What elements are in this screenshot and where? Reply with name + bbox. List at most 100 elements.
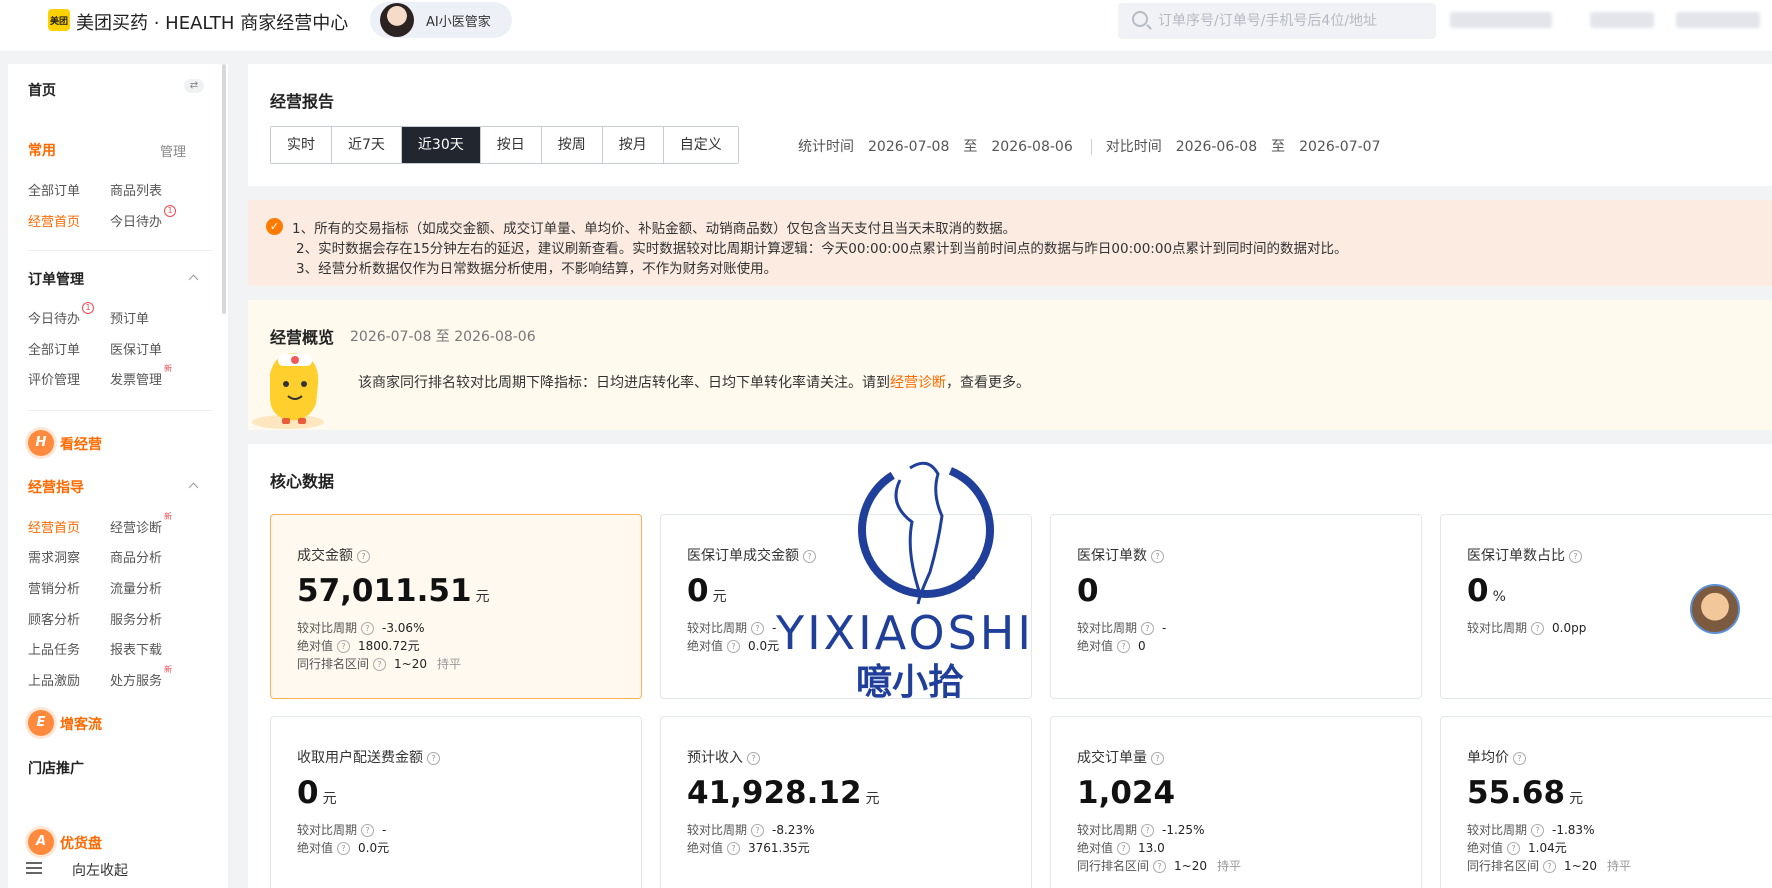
help-icon[interactable]: ? [361,622,375,635]
ai-assistant-button[interactable]: AI小医管家 [370,2,512,38]
report-title: 经营报告 [270,92,335,111]
sidebar-item-preorders[interactable]: 预订单 [110,308,149,327]
compare-value: -1.83% [1552,823,1595,837]
chevron-up-icon[interactable] [188,482,199,493]
period-7-days[interactable]: 近7天 [332,127,402,163]
blurred-account[interactable] [1590,12,1654,28]
metric-label: 收取用户配送费金额 [297,750,423,766]
metric-card-order-count[interactable]: 成交订单量? 1,024 较对比周期? -1.25% 绝对值? 13.0 同行排名区… [1050,716,1422,888]
help-icon[interactable]: ? [1543,860,1557,873]
sidebar-item-marketing-analysis[interactable]: 营销分析 [28,578,80,597]
chevron-up-icon[interactable] [188,274,199,285]
switch-icon[interactable]: ⇄ [184,79,204,93]
sidebar-item-customer-analysis[interactable]: 顾客分析 [28,609,80,628]
sidebar-item-prescription[interactable]: 处方服务 [110,670,162,689]
sidebar-item-demand-insight[interactable]: 需求洞察 [28,547,80,566]
period-by-month[interactable]: 按月 [602,127,664,163]
metric-card-avg-price[interactable]: 单均价? 55.68 元 较对比周期? -1.83% 绝对值? 1.04元 同行排名区… [1440,716,1772,888]
to-text: 至 [963,139,978,155]
period-by-day[interactable]: 按日 [480,127,542,163]
blurred-user-menu[interactable] [1676,12,1760,28]
metric-card-gmv[interactable]: 成交金额? 57,011.51 元 较对比周期? -3.06% 绝对值? 1800.7… [270,514,642,699]
metric-value: 55.68 [1467,775,1566,811]
help-icon[interactable]: ? [373,658,387,671]
divider [28,410,212,411]
sidebar-item-insurance-orders[interactable]: 医保订单 [110,339,162,358]
help-icon[interactable]: ? [1531,622,1545,635]
sidebar-item-invoices[interactable]: 发票管理 [110,369,162,388]
metric-label: 单均价 [1467,750,1509,766]
sidebar-item-reviews[interactable]: 评价管理 [28,369,80,388]
menu-collapse-icon[interactable] [26,862,42,874]
sidebar-item-traffic-analysis[interactable]: 流量分析 [110,578,162,597]
rank-trend: 持平 [436,657,461,671]
help-icon[interactable]: ? [1507,842,1521,855]
diagnosis-link[interactable]: 经营诊断 [890,375,946,391]
help-icon[interactable]: ? [1153,860,1167,873]
sidebar-item-product-analysis[interactable]: 商品分析 [110,547,162,566]
sidebar-scrollbar[interactable] [222,64,226,314]
sidebar-item-business-home[interactable]: 经营首页 [28,211,80,230]
sidebar-item-listing-incentive[interactable]: 上品激励 [28,670,80,689]
manage-link[interactable]: 管理 [160,141,186,160]
help-icon[interactable]: ? [751,824,765,837]
period-by-week[interactable]: 按周 [541,127,603,163]
metric-unit: 元 [865,791,880,807]
metric-card-delivery-fee[interactable]: 收取用户配送费金额? 0元 较对比周期? - 绝对值? 0.0元 [270,716,642,888]
assistant-avatar-icon [380,3,414,37]
collapse-sidebar-button[interactable]: 向左收起 [72,860,128,880]
metric-card-expected-income[interactable]: 预计收入? 41,928.12 元 较对比周期? -8.23% 绝对值? 3761.3… [660,716,1032,888]
help-icon[interactable]: ? [361,824,375,837]
sidebar-item-store-promo[interactable]: 门店推广 [28,758,84,778]
sidebar-item-all-orders[interactable]: 全部订单 [28,180,80,199]
search-input[interactable] [1158,3,1428,39]
sidebar-item-todo[interactable]: 今日待办 [110,211,162,230]
separator [1090,139,1092,155]
help-icon[interactable]: ? [1513,751,1526,765]
help-icon[interactable]: ? [1117,842,1131,855]
sidebar-item-all-orders-2[interactable]: 全部订单 [28,339,80,358]
help-icon[interactable]: ? [337,842,351,855]
notice-line: 1、所有的交易指标（如成交金额、成交订单量、单均价、补贴金额、动销商品数）仅包含… [292,221,1017,237]
help-icon[interactable]: ? [337,640,351,653]
stat-time-label: 统计时间 [798,139,854,155]
help-icon[interactable]: ? [427,751,440,765]
help-icon[interactable]: ? [727,842,741,855]
help-icon[interactable]: ? [1141,824,1155,837]
sidebar-item-todo-2[interactable]: 今日待办 [28,308,80,327]
customer-service-avatar[interactable] [1690,584,1740,634]
section-you-huopan[interactable]: 优货盘 [60,833,102,853]
period-30-days[interactable]: 近30天 [401,127,481,163]
sidebar-item-product-list[interactable]: 商品列表 [110,180,162,199]
metric-unit: 元 [475,589,490,605]
absolute-value: 1800.72元 [358,639,420,653]
rank-range: 1~20 [1174,859,1207,873]
section-business-guide[interactable]: 经营指导 [28,477,84,497]
section-order-management[interactable]: 订单管理 [28,269,84,289]
compare-end-date: 2026-07-07 [1299,139,1381,155]
metric-unit: % [1492,589,1506,605]
new-badge: 新 [164,364,172,373]
period-custom[interactable]: 自定义 [663,127,738,163]
watermark-latin: YIXIAOSHI [775,606,1034,660]
sidebar-item-service-analysis[interactable]: 服务分析 [110,609,162,628]
section-zeng-keliu[interactable]: 增客流 [60,714,102,734]
stat-end-date: 2026-08-06 [991,139,1073,155]
help-icon[interactable]: ? [1569,549,1582,563]
section-kan-jingying[interactable]: 看经营 [60,434,102,454]
nav-home[interactable]: 首页 [28,80,56,100]
help-icon[interactable]: ? [1531,824,1545,837]
sidebar-item-diagnosis[interactable]: 经营诊断 [110,517,162,536]
help-icon[interactable]: ? [727,640,741,653]
order-search[interactable] [1118,3,1436,39]
period-realtime[interactable]: 实时 [271,127,332,163]
help-icon[interactable]: ? [1151,751,1164,765]
sidebar-item-report-download[interactable]: 报表下载 [110,639,162,658]
sidebar-item-listing-tasks[interactable]: 上品任务 [28,639,80,658]
help-icon[interactable]: ? [747,751,760,765]
help-icon[interactable]: ? [357,549,370,563]
metric-value: 57,011.51 [297,573,472,609]
top-bar: 美团 美团买药 · HEALTH 商家经营中心 AI小医管家 [0,0,1772,52]
compare-value: -8.23% [772,823,815,837]
sidebar-item-guide-home[interactable]: 经营首页 [28,517,80,536]
